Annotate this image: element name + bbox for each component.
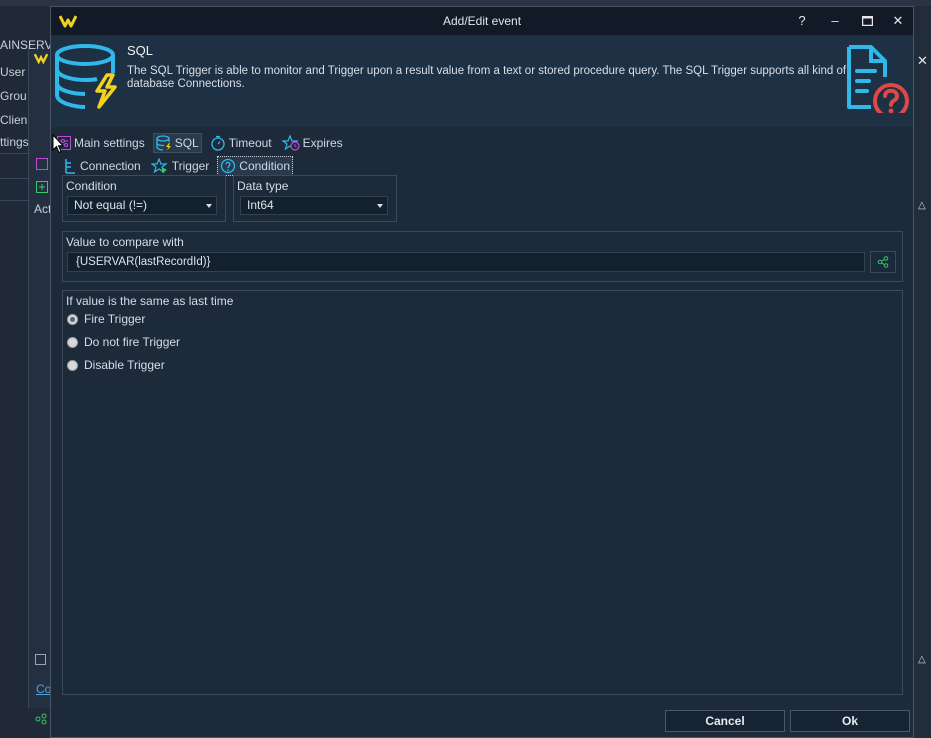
- app-logo-icon: [33, 52, 49, 67]
- database-bolt-icon: [156, 135, 171, 151]
- tab-trigger[interactable]: Trigger: [149, 156, 212, 176]
- same-value-label: If value is the same as last time: [66, 294, 234, 308]
- tab-label: Main settings: [74, 136, 145, 150]
- background-share-icon[interactable]: [35, 713, 47, 728]
- tab-sql[interactable]: SQL: [152, 133, 202, 153]
- data-type-group: Data type Int64: [233, 175, 397, 222]
- main-tab-bar: Main settings SQL Timeout Expires: [55, 133, 345, 153]
- background-label[interactable]: Grou: [0, 89, 27, 103]
- value-compare-group: Value to compare with {USERVAR(lastRecor…: [62, 231, 903, 282]
- radio-disable-trigger[interactable]: Disable Trigger: [67, 356, 165, 374]
- tab-label: Expires: [302, 136, 343, 150]
- plug-icon: [65, 159, 75, 174]
- radio-label: Fire Trigger: [84, 312, 146, 326]
- data-type-value: Int64: [247, 198, 274, 212]
- background-label[interactable]: User: [0, 65, 25, 79]
- header-description: The SQL Trigger is able to monitor and T…: [127, 65, 847, 90]
- condition-label: Condition: [66, 179, 117, 193]
- ok-button[interactable]: Ok: [790, 710, 910, 732]
- condition-group: Condition Not equal (!=): [62, 175, 226, 222]
- document-help-icon: [841, 43, 913, 119]
- background-scroll-up-icon[interactable]: △: [918, 654, 926, 665]
- close-button[interactable]: ✕: [886, 11, 910, 31]
- radio-button[interactable]: [67, 359, 78, 371]
- tab-expires[interactable]: Expires: [280, 133, 345, 153]
- radio-button[interactable]: [67, 336, 78, 348]
- condition-select[interactable]: Not equal (!=): [67, 196, 217, 215]
- tab-condition[interactable]: Condition: [217, 156, 293, 176]
- database-bolt-icon: [55, 43, 121, 112]
- maximize-button[interactable]: [855, 11, 879, 31]
- star-play-icon: [150, 158, 168, 174]
- background-sliders-icon: [36, 158, 48, 173]
- background-divider: [0, 178, 30, 179]
- tab-label: Connection: [80, 159, 141, 173]
- background-add-icon[interactable]: [36, 181, 48, 196]
- dialog-title: Add/Edit event: [442, 14, 522, 28]
- help-button[interactable]: ?: [790, 11, 814, 31]
- background-divider: [0, 153, 30, 154]
- background-close-icon[interactable]: ✕: [917, 53, 928, 69]
- condition-value: Not equal (!=): [74, 198, 148, 212]
- data-type-label: Data type: [237, 179, 289, 193]
- tab-label: Condition: [239, 159, 290, 173]
- tab-main-settings[interactable]: Main settings: [55, 133, 147, 153]
- data-type-select[interactable]: Int64: [240, 196, 388, 215]
- background-scroll-up-icon[interactable]: △: [918, 200, 926, 211]
- radio-label: Do not fire Trigger: [84, 335, 181, 349]
- chevron-down-icon: [206, 204, 212, 208]
- sql-sub-tab-bar: Connection Trigger Condition: [61, 156, 293, 176]
- minimize-button[interactable]: –: [823, 11, 847, 31]
- value-compare-label: Value to compare with: [66, 235, 184, 249]
- tab-label: SQL: [174, 136, 199, 150]
- header-title: SQL: [127, 43, 154, 58]
- share-nodes-icon: [877, 256, 889, 268]
- mouse-cursor-icon: [52, 133, 65, 157]
- chevron-down-icon: [377, 204, 383, 208]
- tab-connection[interactable]: Connection: [61, 156, 143, 176]
- background-label[interactable]: Clien: [0, 113, 27, 127]
- variable-picker-button[interactable]: [870, 251, 896, 273]
- radio-fire-trigger[interactable]: Fire Trigger: [67, 310, 145, 328]
- background-checkbox[interactable]: [35, 654, 46, 665]
- cancel-button[interactable]: Cancel: [665, 710, 785, 732]
- tab-timeout[interactable]: Timeout: [208, 133, 274, 153]
- background-window-right: [914, 6, 931, 738]
- background-label: Act: [34, 202, 52, 216]
- title-bar[interactable]: Add/Edit event ? – ✕: [51, 7, 913, 35]
- question-circle-icon: [221, 158, 236, 174]
- maximize-icon: [861, 15, 873, 27]
- tab-label: Timeout: [228, 136, 272, 150]
- radio-label: Disable Trigger: [84, 358, 165, 372]
- stopwatch-icon: [211, 135, 225, 151]
- star-clock-icon: [281, 135, 300, 151]
- header-panel: SQL The SQL Trigger is able to monitor a…: [51, 35, 913, 127]
- same-value-group: If value is the same as last time Fire T…: [62, 290, 903, 695]
- background-label[interactable]: ttings: [0, 135, 29, 149]
- radio-button-checked[interactable]: [67, 313, 78, 325]
- value-compare-input[interactable]: {USERVAR(lastRecordId)}: [67, 252, 865, 272]
- background-divider: [0, 200, 30, 201]
- add-edit-event-dialog: Add/Edit event ? – ✕ SQL The SQL Trigger…: [50, 6, 914, 738]
- tab-label: Trigger: [171, 159, 210, 173]
- radio-do-not-fire-trigger[interactable]: Do not fire Trigger: [67, 333, 180, 351]
